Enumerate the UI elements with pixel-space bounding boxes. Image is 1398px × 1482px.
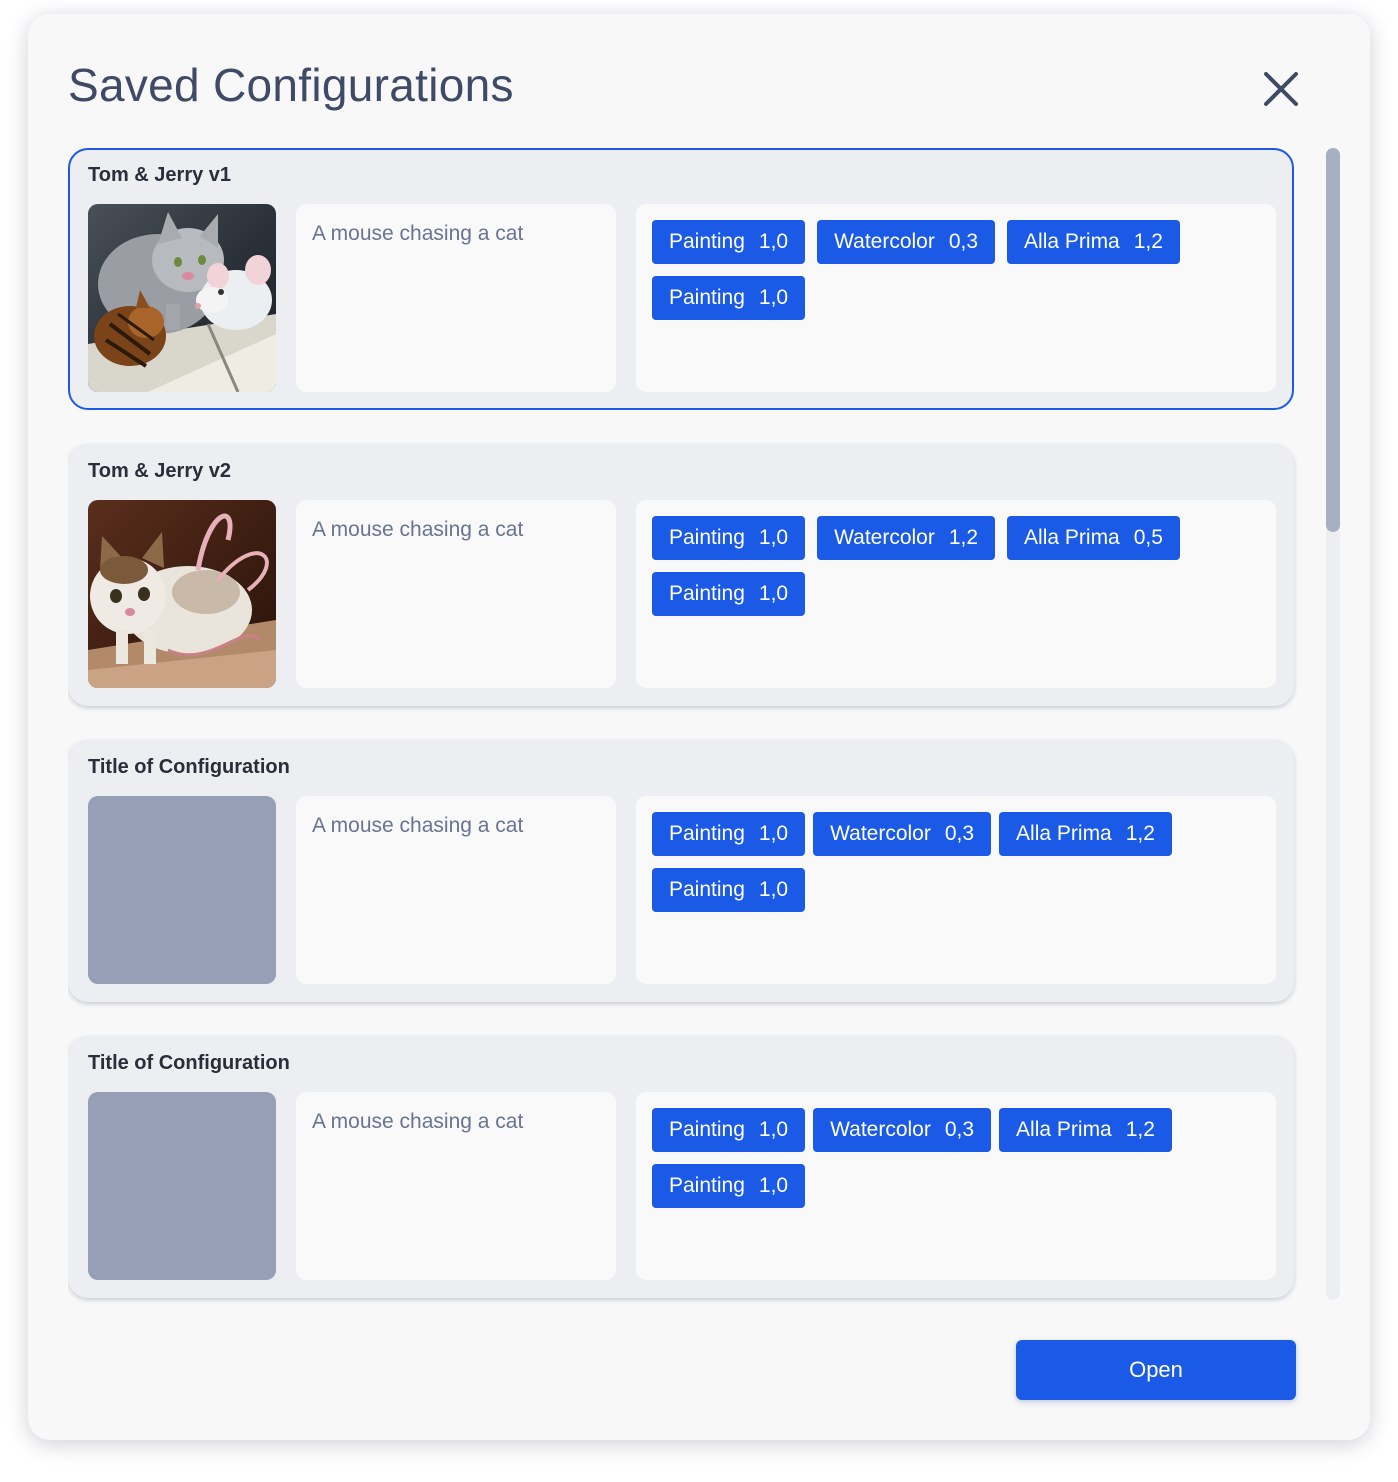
style-tag[interactable]: Painting 1,0 <box>652 1164 806 1208</box>
configuration-thumbnail <box>88 500 276 688</box>
saved-configurations-dialog: Saved Configurations Tom & Jerry v1 A mo… <box>28 14 1370 1440</box>
style-tag[interactable]: Painting 1,0 <box>652 220 806 264</box>
dialog-title: Saved Configurations <box>68 59 514 111</box>
style-weight: 1,0 <box>758 1174 789 1197</box>
style-name: Alla Prima <box>1016 822 1112 845</box>
style-weight: 0,3 <box>944 822 975 845</box>
thumbnail-placeholder <box>88 1092 276 1280</box>
style-name: Alla Prima <box>1024 526 1120 549</box>
style-weight: 1,2 <box>1125 822 1155 845</box>
configuration-card[interactable]: Tom & Jerry v2 A mouse chasing a cat Pai… <box>68 444 1294 706</box>
configuration-card[interactable]: Title of Configuration A mouse chasing a… <box>68 1036 1294 1298</box>
close-button[interactable] <box>1258 66 1304 112</box>
style-tag[interactable]: Watercolor 0,3 <box>813 1108 992 1152</box>
style-tag[interactable]: Watercolor 0,3 <box>817 220 996 264</box>
thumbnail-placeholder <box>88 796 276 984</box>
configuration-list[interactable]: Tom & Jerry v1 A mouse chasing a cat Pai… <box>68 148 1298 1308</box>
style-name: Painting <box>669 822 745 845</box>
scrollbar-thumb[interactable] <box>1326 148 1340 532</box>
configuration-title: Tom & Jerry v1 <box>88 164 232 186</box>
style-name: Alla Prima <box>1016 1118 1112 1141</box>
style-tag[interactable]: Painting 1,0 <box>652 276 806 320</box>
style-tag[interactable]: Alla Prima 1,2 <box>999 1108 1172 1152</box>
style-name: Watercolor <box>834 526 935 549</box>
style-tag[interactable]: Painting 1,0 <box>652 572 806 616</box>
style-weight: 1,2 <box>1125 1118 1155 1141</box>
style-name: Painting <box>669 1118 745 1141</box>
style-weight: 1,0 <box>758 1118 789 1141</box>
style-weight: 1,0 <box>758 822 789 845</box>
cat-and-mouse-image <box>88 500 276 688</box>
style-tag[interactable]: Painting 1,0 <box>652 868 806 912</box>
style-tag[interactable]: Painting 1,0 <box>652 516 806 560</box>
style-tag[interactable]: Alla Prima 0,5 <box>1007 516 1180 560</box>
configuration-title: Tom & Jerry v2 <box>88 460 232 482</box>
style-tags: Painting 1,0 Watercolor 0,3 Alla Prima 1,2 … <box>636 204 1276 392</box>
configuration-card[interactable]: Title of Configuration A mouse chasing a… <box>68 740 1294 1002</box>
style-weight: 0,3 <box>948 230 979 253</box>
style-name: Painting <box>669 526 745 549</box>
style-weight: 1,0 <box>758 286 789 309</box>
style-weight: 1,2 <box>1133 230 1163 253</box>
style-name: Painting <box>669 1174 745 1197</box>
configuration-title: Title of Configuration <box>88 756 290 778</box>
style-name: Alla Prima <box>1024 230 1120 253</box>
scrollbar-track[interactable] <box>1326 148 1340 1300</box>
style-tag[interactable]: Painting 1,0 <box>652 812 806 856</box>
style-tag[interactable]: Painting 1,0 <box>652 1108 806 1152</box>
style-tag[interactable]: Watercolor 1,2 <box>817 516 996 560</box>
prompt-text: A mouse chasing a cat <box>296 796 616 984</box>
style-name: Painting <box>669 286 745 309</box>
open-button[interactable]: Open <box>1016 1340 1296 1400</box>
style-tag[interactable]: Alla Prima 1,2 <box>1007 220 1180 264</box>
style-name: Painting <box>669 230 745 253</box>
prompt-text: A mouse chasing a cat <box>296 1092 616 1280</box>
style-name: Painting <box>669 878 745 901</box>
style-tag[interactable]: Alla Prima 1,2 <box>999 812 1172 856</box>
prompt-text: A mouse chasing a cat <box>296 204 616 392</box>
style-weight: 1,0 <box>758 526 789 549</box>
style-name: Painting <box>669 582 745 605</box>
style-tags: Painting 1,0 Watercolor 0,3 Alla Prima 1,2 … <box>636 1092 1276 1280</box>
configuration-title: Title of Configuration <box>88 1052 290 1074</box>
style-weight: 0,5 <box>1133 526 1163 549</box>
configuration-card[interactable]: Tom & Jerry v1 A mouse chasing a cat Pai… <box>68 148 1294 410</box>
configuration-thumbnail <box>88 204 276 392</box>
close-icon <box>1264 72 1298 106</box>
style-weight: 0,3 <box>944 1118 975 1141</box>
style-weight: 1,0 <box>758 230 789 253</box>
style-name: Watercolor <box>830 1118 931 1141</box>
style-weight: 1,2 <box>948 526 979 549</box>
style-name: Watercolor <box>834 230 935 253</box>
cat-and-mouse-image <box>88 204 276 392</box>
style-weight: 1,0 <box>758 878 789 901</box>
prompt-text: A mouse chasing a cat <box>296 500 616 688</box>
style-name: Watercolor <box>830 822 931 845</box>
style-tags: Painting 1,0 Watercolor 0,3 Alla Prima 1,2 … <box>636 796 1276 984</box>
style-weight: 1,0 <box>758 582 789 605</box>
style-tag[interactable]: Watercolor 0,3 <box>813 812 992 856</box>
style-tags: Painting 1,0 Watercolor 1,2 Alla Prima 0,5 … <box>636 500 1276 688</box>
